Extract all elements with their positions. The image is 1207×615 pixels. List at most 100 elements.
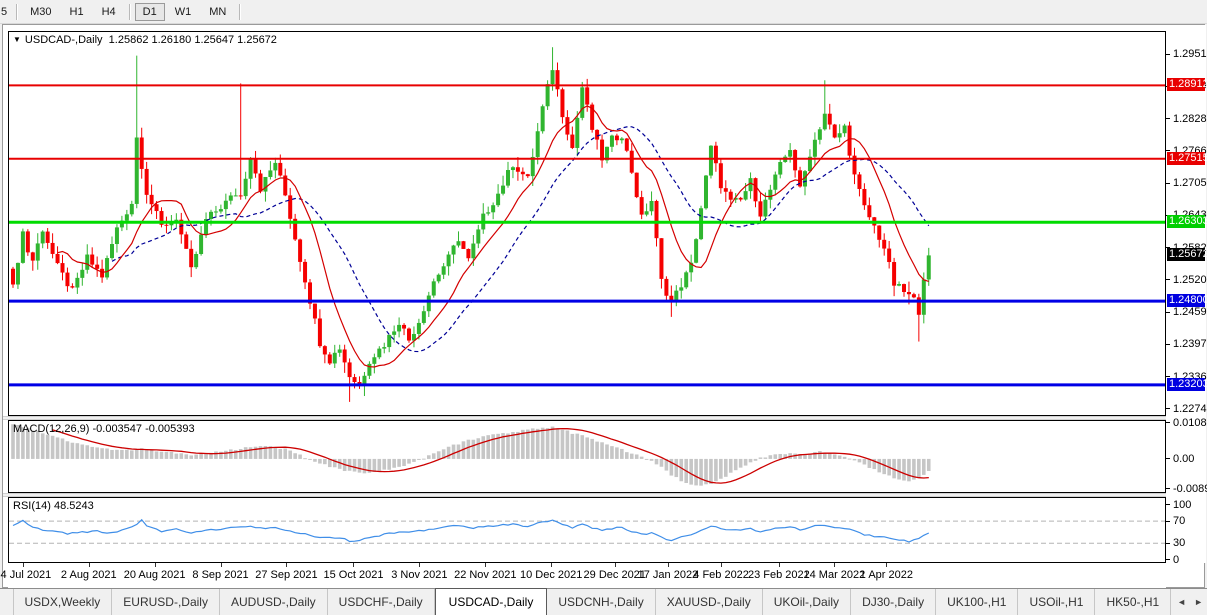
date-tick-mark	[353, 563, 355, 567]
timeframe-mn[interactable]: MN	[201, 3, 234, 21]
date-tick-label: 15 Oct 2021	[323, 569, 384, 581]
date-tick-label: 27 Sep 2021	[255, 569, 318, 581]
timeframe-h1[interactable]: H1	[62, 3, 92, 21]
tab-usdchf-daily[interactable]: USDCHF-,Daily	[328, 589, 435, 615]
macd-tick-mark	[1166, 488, 1170, 490]
date-tick-label: 17 Jan 2022	[637, 569, 699, 581]
rsi-tick-label: 70	[1173, 515, 1186, 528]
price-tick-label: 1.25205	[1173, 273, 1207, 286]
timeframe-m30[interactable]: M30	[22, 3, 59, 21]
tab-usdcnh-daily[interactable]: USDCNH-,Daily	[547, 589, 656, 615]
toolbar-separator	[128, 3, 130, 20]
tab-uk100-h1[interactable]: UK100-,H1	[936, 589, 1019, 615]
macd-tick-mark	[1166, 422, 1170, 424]
toolbar-separator	[16, 3, 18, 20]
date-tick-label: 23 Feb 2022	[748, 569, 810, 581]
price-tick-mark	[1166, 311, 1170, 313]
price-tick-mark	[1166, 279, 1170, 281]
macd-chart[interactable]	[9, 421, 1165, 492]
tab-usdx-weekly[interactable]: USDX,Weekly	[14, 589, 113, 615]
tab-eurusd-daily[interactable]: EURUSD-,Daily	[112, 589, 220, 615]
date-tick-mark	[614, 563, 616, 567]
date-tick-mark	[721, 563, 723, 567]
date-axis[interactable]: 14 Jul 2021 2 Aug 2021 20 Aug 2021 8 Sep 20…	[0, 563, 1166, 589]
price-tick-label: 1.28280	[1173, 112, 1207, 125]
date-tick-mark	[286, 563, 288, 567]
price-tick-label: 1.27050	[1173, 177, 1207, 190]
macd-tick-label: -0.00897	[1173, 482, 1207, 495]
rsi-tick-mark	[1166, 520, 1170, 522]
price-level-badge: 1.24800	[1167, 294, 1207, 308]
date-tick-mark	[834, 563, 836, 567]
rsi-tick-label: 30	[1173, 537, 1186, 550]
tab-usoil-h1[interactable]: USOil-,H1	[1018, 589, 1096, 615]
price-tick-mark	[1166, 408, 1170, 410]
price-tick-mark	[1166, 53, 1170, 55]
timeframe-h4[interactable]: H4	[94, 3, 124, 21]
date-tick-mark	[886, 563, 888, 567]
tab-usdcad-daily[interactable]: USDCAD-,Daily	[434, 588, 548, 615]
price-tick-mark	[1166, 343, 1170, 345]
timeframe-w1[interactable]: W1	[167, 3, 200, 21]
rsi-tick-mark	[1166, 504, 1170, 506]
rsi-pane[interactable]: RSI(14) 48.5243	[8, 497, 1166, 563]
date-tick-mark	[551, 563, 553, 567]
mt4-terminal: { "toolbar":{ "partial_left_label":"5", …	[0, 0, 1207, 615]
rsi-tick-label: 100	[1173, 498, 1192, 511]
date-tick-label: 3 Nov 2021	[391, 569, 448, 581]
tab-hk50-h1[interactable]: HK50-,H1	[1095, 589, 1172, 615]
price-tick-label: 1.23975	[1173, 338, 1207, 351]
price-level-badge: 1.27515	[1167, 151, 1207, 165]
tabbar-left-edge	[0, 589, 14, 615]
candlestick-chart[interactable]	[9, 32, 1165, 415]
rsi-tick-mark	[1166, 542, 1170, 544]
price-tick-mark	[1166, 118, 1170, 120]
tab-audusd-daily[interactable]: AUDUSD-,Daily	[220, 589, 328, 615]
price-level-badge: 1.28912	[1167, 78, 1207, 92]
symbol-tabbar: USDX,Weekly EURUSD-,Daily AUDUSD-,Daily USD…	[0, 588, 1207, 615]
macd-tick-label: 0.010869	[1173, 416, 1207, 429]
date-tick-label: 29 Dec 2021	[583, 569, 646, 581]
macd-tick-mark	[1166, 458, 1170, 460]
timeframe-5[interactable]: 5	[0, 3, 11, 21]
date-tick-mark	[220, 563, 222, 567]
price-level-badge: 1.26303	[1167, 215, 1207, 229]
toolbar-separator	[239, 3, 241, 20]
date-tick-label: 2 Aug 2021	[60, 569, 117, 581]
price-level-badge: 1.25672	[1167, 248, 1207, 262]
date-tick-mark	[485, 563, 487, 567]
date-tick-label: 10 Dec 2021	[519, 569, 583, 581]
date-tick-mark	[88, 563, 90, 567]
date-tick-label: 14 Jul 2021	[0, 569, 52, 581]
chart-window: ▼ USDCAD-,Daily 1.25862 1.26180 1.25647 1…	[0, 24, 1207, 589]
price-tick-label: 1.22745	[1173, 402, 1207, 415]
timeframe-d1[interactable]: D1	[134, 2, 165, 21]
date-tick-mark	[154, 563, 156, 567]
date-tick-mark	[22, 563, 24, 567]
rsi-tick-label: 0	[1173, 553, 1180, 566]
date-tick-mark	[667, 563, 669, 567]
price-pane[interactable]: ▼ USDCAD-,Daily 1.25862 1.26180 1.25647 1…	[8, 31, 1166, 416]
date-tick-label: 1 Apr 2022	[859, 569, 913, 581]
price-tick-mark	[1166, 182, 1170, 184]
price-tick-label: 1.29510	[1173, 48, 1207, 61]
date-tick-mark	[419, 563, 421, 567]
rsi-tick-mark	[1166, 559, 1170, 561]
date-tick-label: 22 Nov 2021	[454, 569, 517, 581]
timeframe-toolbar: 5 M30 H1 H4 D1 W1 MN	[0, 0, 1207, 24]
date-tick-mark	[778, 563, 780, 567]
tab-ukoil-daily[interactable]: UKOil-,Daily	[763, 589, 852, 615]
date-tick-label: 14 Mar 2022	[803, 569, 866, 581]
price-axis[interactable]: 1.295101.288951.282801.276651.270501.264…	[1166, 25, 1207, 566]
tab-dj30-daily[interactable]: DJ30-,Daily	[851, 589, 937, 615]
tab-scroll-right-icon[interactable]: ►	[1190, 597, 1207, 607]
tab-xauusd-daily[interactable]: XAUUSD-,Daily	[656, 589, 763, 615]
rsi-chart[interactable]	[9, 498, 1165, 562]
tab-scroll-left-icon[interactable]: ◄	[1173, 597, 1190, 607]
macd-tick-label: 0.00	[1173, 452, 1195, 465]
price-tick-label: 1.24590	[1173, 306, 1207, 319]
date-tick-label: 4 Feb 2022	[693, 569, 749, 581]
tab-scroll-arrows: ◄ ►	[1173, 589, 1207, 615]
macd-pane[interactable]: MACD(12,26,9) -0.003547 -0.005393	[8, 420, 1166, 493]
date-tick-label: 20 Aug 2021	[123, 569, 186, 581]
